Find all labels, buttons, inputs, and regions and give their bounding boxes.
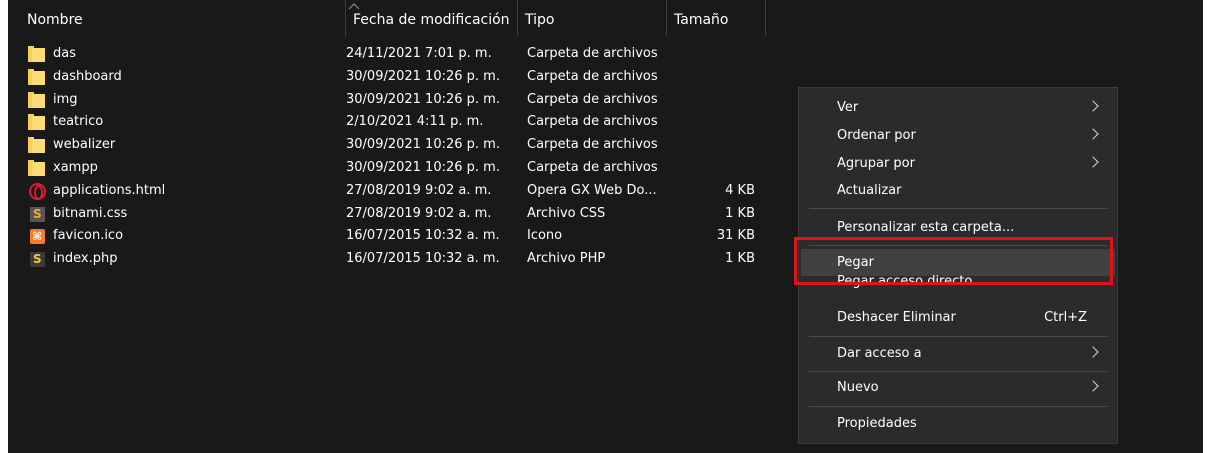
file-type: Carpeta de archivos xyxy=(527,114,658,130)
column-header: Nombre Fecha de modificación Tipo Tamaño xyxy=(8,0,1203,36)
file-type: Carpeta de archivos xyxy=(527,159,658,175)
chevron-right-icon xyxy=(1087,128,1099,140)
file-type: Icono xyxy=(527,228,563,244)
file-size: 1 KB xyxy=(725,251,755,267)
file-size: 31 KB xyxy=(716,228,755,244)
file-date: 27/08/2019 9:02 a. m. xyxy=(346,205,492,221)
php-file-icon: S xyxy=(30,252,45,268)
column-date-header[interactable]: Fecha de modificación xyxy=(345,0,517,36)
chevron-right-icon xyxy=(1087,346,1099,358)
column-name-header[interactable]: Nombre xyxy=(20,0,345,36)
file-row-index-php[interactable]: S index.php 16/07/2015 10:32 a. m. Archi… xyxy=(8,248,768,271)
menu-separator xyxy=(809,336,1107,337)
file-explorer-window: Nombre Fecha de modificación Tipo Tamaño… xyxy=(8,0,1203,453)
file-name: teatrico xyxy=(53,114,104,130)
file-type: Carpeta de archivos xyxy=(527,137,658,153)
file-row-img[interactable]: img 30/09/2021 10:26 p. m. Carpeta de ar… xyxy=(8,89,768,112)
file-date: 27/08/2019 9:02 a. m. xyxy=(346,182,492,198)
menu-item-label: Ordenar por xyxy=(837,128,916,143)
file-name: img xyxy=(53,91,78,107)
menu-item-view[interactable]: Ver xyxy=(799,94,1117,121)
file-date: 16/07/2015 10:32 a. m. xyxy=(346,228,500,244)
menu-item-label: Agrupar por xyxy=(837,156,915,171)
chevron-right-icon xyxy=(1087,156,1099,168)
folder-icon xyxy=(28,137,46,154)
menu-item-undo-delete[interactable]: Deshacer Eliminar Ctrl+Z xyxy=(799,304,1117,331)
menu-item-label: Actualizar xyxy=(837,183,902,198)
file-row-bitnami-css[interactable]: S bitnami.css 27/08/2019 9:02 a. m. Arch… xyxy=(8,203,768,226)
file-size: 4 KB xyxy=(725,182,755,198)
file-row-favicon-ico[interactable]: ⌘ favicon.ico 16/07/2015 10:32 a. m. Ico… xyxy=(8,225,768,248)
folder-icon xyxy=(28,114,46,131)
menu-item-give-access[interactable]: Dar acceso a xyxy=(799,340,1117,367)
menu-separator xyxy=(809,406,1107,407)
file-list: das 24/11/2021 7:01 p. m. Carpeta de arc… xyxy=(8,43,788,271)
annotation-highlight-box xyxy=(794,237,1113,285)
menu-item-properties[interactable]: Propiedades xyxy=(799,410,1117,437)
file-row-dashboard[interactable]: dashboard 30/09/2021 10:26 p. m. Carpeta… xyxy=(8,66,768,89)
file-name: applications.html xyxy=(53,182,166,198)
file-name: index.php xyxy=(53,251,118,267)
file-date: 30/09/2021 10:26 p. m. xyxy=(346,159,500,175)
chevron-right-icon xyxy=(1087,100,1099,112)
file-date: 2/10/2021 4:11 p. m. xyxy=(346,114,484,130)
file-name: xampp xyxy=(53,159,98,175)
menu-item-label: Deshacer Eliminar xyxy=(837,310,956,325)
file-date: 30/09/2021 10:26 p. m. xyxy=(346,91,500,107)
file-type: Carpeta de archivos xyxy=(527,46,658,61)
menu-separator xyxy=(809,371,1107,372)
file-type: Carpeta de archivos xyxy=(527,91,658,107)
chevron-right-icon xyxy=(1087,380,1099,392)
menu-item-label: Propiedades xyxy=(837,416,917,431)
file-date: 24/11/2021 7:01 p. m. xyxy=(346,46,492,61)
menu-item-label: Personalizar esta carpeta... xyxy=(837,220,1015,235)
file-type: Opera GX Web Do... xyxy=(527,182,657,198)
menu-item-sort-by[interactable]: Ordenar por xyxy=(799,122,1117,149)
bitnami-icon: S xyxy=(30,206,45,222)
file-row-webalizer[interactable]: webalizer 30/09/2021 10:26 p. m. Carpeta… xyxy=(8,134,768,157)
file-size: 1 KB xyxy=(725,205,755,221)
file-type: Archivo CSS xyxy=(527,205,606,221)
file-date: 16/07/2015 10:32 a. m. xyxy=(346,251,500,267)
menu-item-label: Dar acceso a xyxy=(837,346,922,361)
file-name: favicon.ico xyxy=(53,228,124,244)
file-type: Archivo PHP xyxy=(527,251,606,267)
menu-item-label: Nuevo xyxy=(837,380,879,395)
file-date: 30/09/2021 10:26 p. m. xyxy=(346,137,500,153)
file-name: bitnami.css xyxy=(53,205,128,221)
file-row-teatrico[interactable]: teatrico 2/10/2021 4:11 p. m. Carpeta de… xyxy=(8,111,768,134)
xampp-icon: ⌘ xyxy=(30,229,45,245)
file-row-das[interactable]: das 24/11/2021 7:01 p. m. Carpeta de arc… xyxy=(8,43,768,66)
file-row-xampp[interactable]: xampp 30/09/2021 10:26 p. m. Carpeta de … xyxy=(8,157,768,180)
menu-item-refresh[interactable]: Actualizar xyxy=(799,177,1117,204)
menu-item-new[interactable]: Nuevo xyxy=(799,374,1117,401)
file-name: dashboard xyxy=(53,68,122,84)
folder-icon xyxy=(28,159,46,177)
folder-icon xyxy=(28,68,46,86)
folder-icon xyxy=(28,91,46,109)
column-size-header[interactable]: Tamaño xyxy=(666,0,766,36)
menu-separator xyxy=(809,208,1107,209)
file-type: Carpeta de archivos xyxy=(527,68,658,84)
opera-icon xyxy=(29,182,46,200)
folder-icon xyxy=(28,46,46,63)
menu-item-label: Ver xyxy=(837,100,859,115)
menu-item-group-by[interactable]: Agrupar por xyxy=(799,150,1117,177)
file-row-applications-html[interactable]: applications.html 27/08/2019 9:02 a. m. … xyxy=(8,180,768,203)
menu-item-shortcut: Ctrl+Z xyxy=(1044,310,1087,325)
column-type-header[interactable]: Tipo xyxy=(517,0,666,36)
file-name: webalizer xyxy=(53,137,116,153)
file-date: 30/09/2021 10:26 p. m. xyxy=(346,68,500,84)
file-name: das xyxy=(53,46,76,61)
